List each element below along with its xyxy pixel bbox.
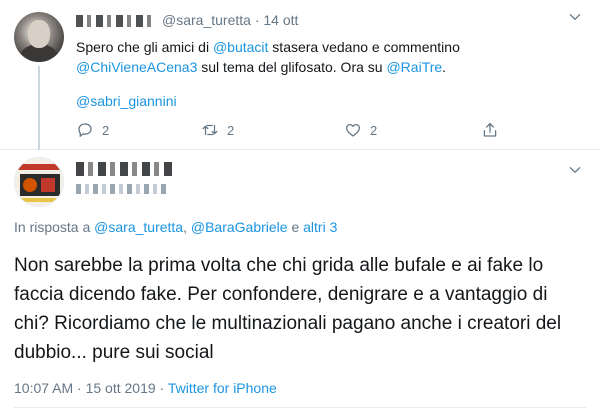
time-date[interactable]: 10:07 AM · 15 ott 2019 ·: [14, 380, 168, 396]
like-button[interactable]: 2: [344, 120, 377, 140]
avatar-graphic: [15, 164, 63, 170]
avatar-graphic: [15, 198, 63, 202]
tweet-actions: 2 2 2: [76, 120, 516, 140]
mention-link[interactable]: @butacit: [213, 39, 268, 55]
chevron-down-icon[interactable]: [566, 10, 584, 28]
others-link[interactable]: altri 3: [303, 219, 337, 235]
tweet-text: Non sarebbe la prima volta che chi grida…: [14, 255, 562, 363]
reply-count: 2: [102, 122, 110, 138]
retweet-icon: [202, 124, 218, 136]
like-count: 2: [370, 122, 378, 138]
tweet-1[interactable]: @sara_turetta · 14 ott Spero che gli ami…: [0, 0, 600, 150]
blurred-display-name[interactable]: [76, 15, 156, 28]
text-segment: Spero che gli amici di: [76, 39, 213, 55]
tweet-timestamp: 10:07 AM · 15 ott 2019 · Twitter for iPh…: [14, 380, 277, 396]
avatar-face: [28, 20, 50, 48]
avatar[interactable]: [14, 157, 64, 207]
reply-prefix: In risposta a: [14, 219, 95, 235]
reply-context: In risposta a @sara_turetta, @BaraGabrie…: [14, 219, 337, 235]
text-segment: .: [442, 59, 447, 75]
reply-separator: ,: [183, 219, 191, 235]
chevron-down-icon[interactable]: [566, 163, 584, 181]
source-link[interactable]: Twitter for iPhone: [168, 380, 277, 396]
blurred-user-handle[interactable]: [76, 184, 168, 194]
mention-link[interactable]: @BaraGabriele: [191, 219, 288, 235]
text-segment: sul tema del glifosato. Ora su: [197, 59, 387, 75]
retweet-count: 2: [227, 122, 235, 138]
mention-link[interactable]: @RaiTre: [386, 59, 442, 75]
mention-link[interactable]: @sara_turetta: [94, 219, 183, 235]
user-handle[interactable]: @sara_turetta: [162, 12, 251, 28]
like-icon: [345, 123, 361, 137]
tweet-date[interactable]: 14 ott: [263, 12, 298, 28]
reply-icon: [78, 123, 92, 137]
share-icon: [483, 122, 497, 137]
mention-link[interactable]: @sabri_giannini: [76, 93, 177, 109]
tweet-text: Spero che gli amici di @butacit stasera …: [76, 37, 576, 77]
mention-link[interactable]: @ChiVieneACena3: [76, 59, 197, 75]
reply-button[interactable]: 2: [76, 120, 109, 140]
retweet-button[interactable]: 2: [201, 120, 234, 140]
tweet-header: @sara_turetta · 14 ott: [76, 12, 298, 28]
avatar[interactable]: [14, 12, 64, 62]
avatar-graphic: [23, 178, 37, 192]
divider: [14, 407, 586, 408]
thread-line: [38, 66, 40, 150]
text-segment: stasera vedano e commentino: [268, 39, 460, 55]
header-separator: ·: [254, 12, 260, 28]
blurred-display-name[interactable]: [76, 162, 176, 176]
reply-and: e: [287, 219, 304, 235]
avatar-graphic: [41, 178, 55, 192]
share-button[interactable]: [481, 120, 507, 140]
